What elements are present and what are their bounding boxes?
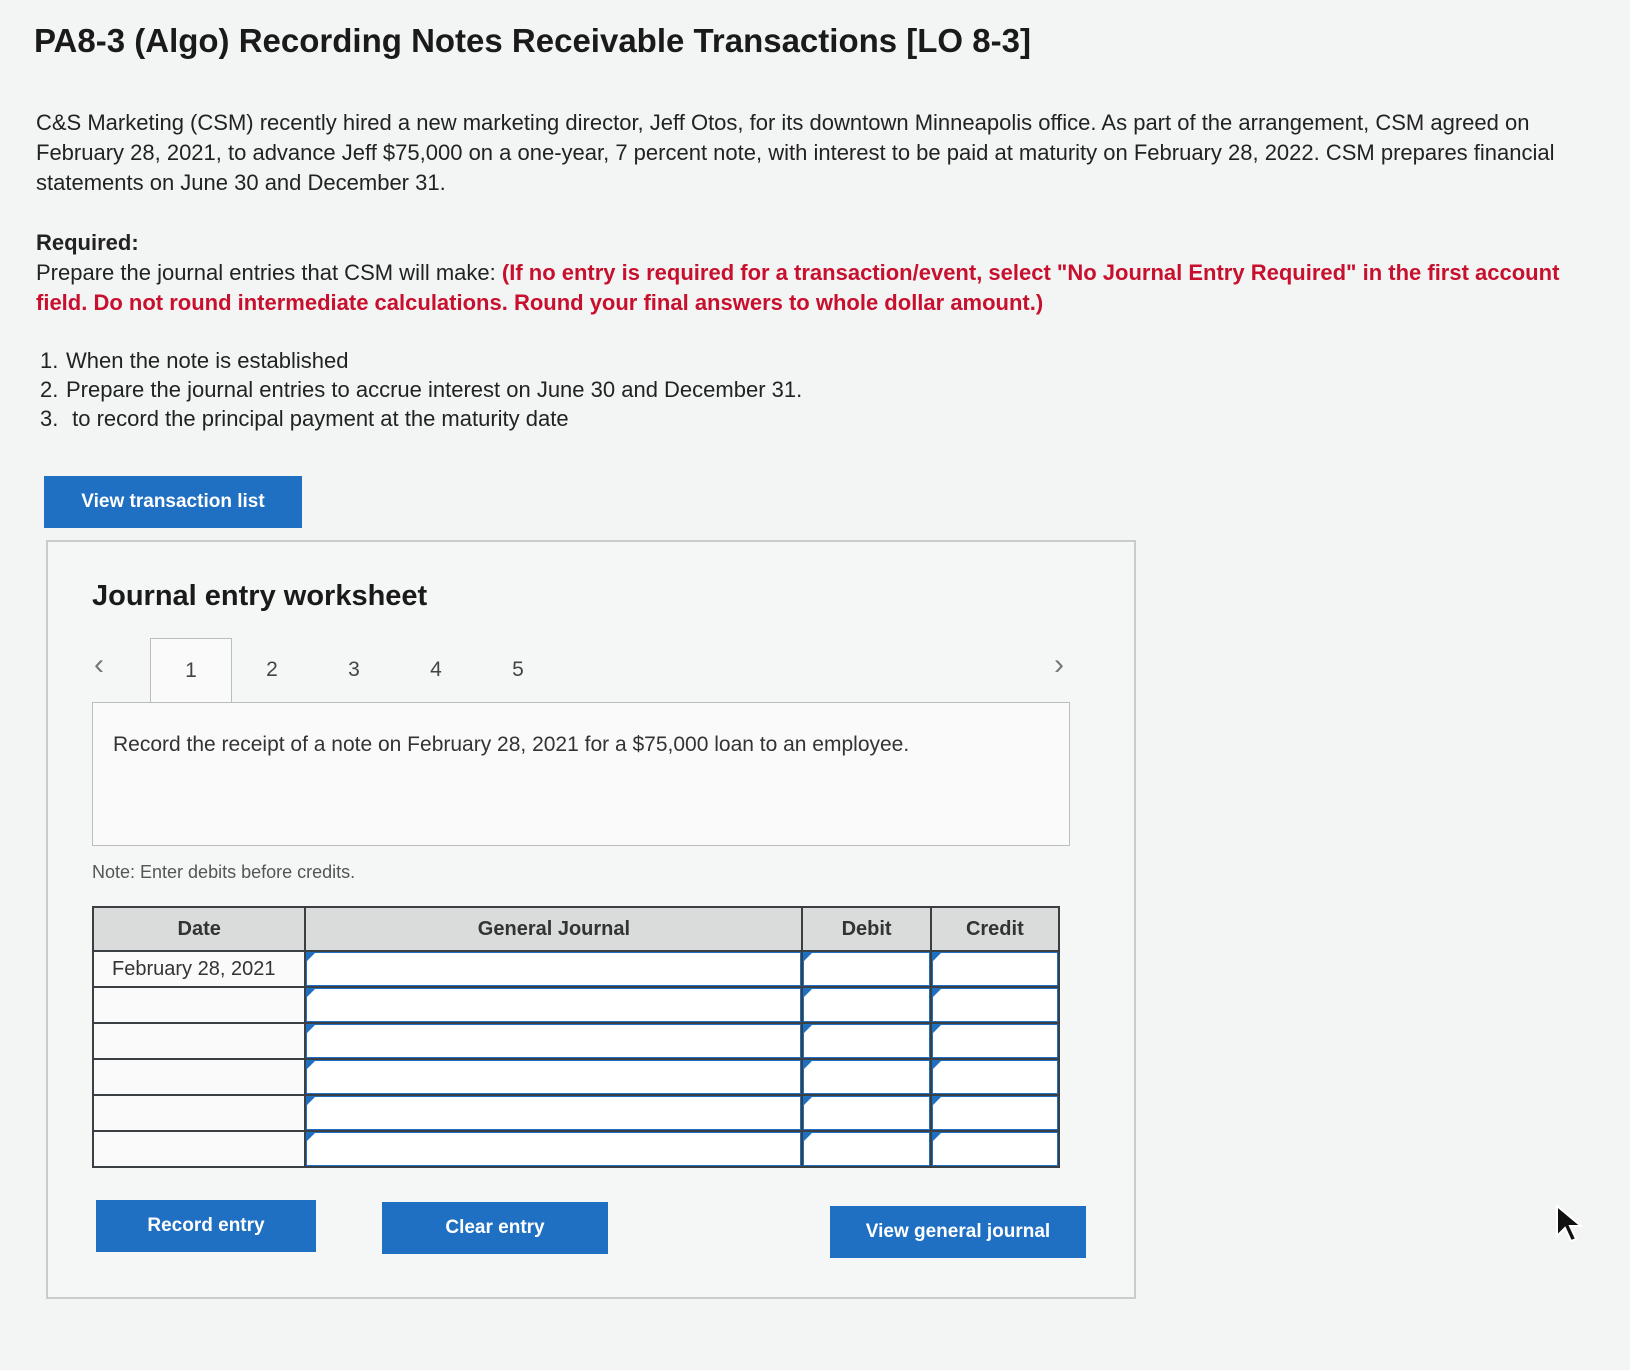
requirement-steps: 1. When the note is established 2. Prepare… [40, 346, 802, 433]
worksheet-title: Journal entry worksheet [92, 580, 428, 612]
view-transaction-list-button[interactable]: View transaction list [44, 476, 302, 528]
debit-input[interactable] [803, 1096, 930, 1130]
credit-input[interactable] [931, 952, 1058, 986]
date-cell [91, 1022, 307, 1060]
table-row [91, 1058, 1061, 1096]
credit-cell [929, 1022, 1061, 1060]
tab-1[interactable]: 1 [150, 638, 232, 703]
page-title: PA8-3 (Algo) Recording Notes Receivable … [34, 22, 1031, 59]
credit-input[interactable] [931, 1024, 1058, 1058]
debit-cell [801, 1130, 932, 1168]
credit-input[interactable] [931, 1060, 1058, 1094]
tab-5[interactable]: 5 [478, 638, 558, 702]
credit-input[interactable] [931, 1096, 1058, 1130]
required-heading: Required: [36, 230, 139, 255]
tab-2[interactable]: 2 [232, 638, 312, 702]
table-row [91, 986, 1061, 1024]
required-text: Prepare the journal entries that CSM wil… [36, 258, 1596, 318]
credit-cell [929, 1058, 1061, 1096]
account-cell [304, 950, 804, 988]
table-row [91, 1022, 1061, 1060]
step-item: 2. Prepare the journal entries to accrue … [40, 375, 802, 404]
debit-cell [801, 950, 932, 988]
chevron-left-icon[interactable]: ‹ [94, 648, 104, 682]
credit-cell [929, 986, 1061, 1024]
debit-cell [801, 1094, 932, 1132]
account-cell [304, 1130, 804, 1168]
step-number: 3. [40, 406, 59, 431]
transaction-description-box: Record the receipt of a note on February… [92, 702, 1070, 846]
debit-input[interactable] [803, 988, 930, 1022]
clear-entry-button[interactable]: Clear entry [382, 1202, 608, 1254]
account-cell [304, 986, 804, 1024]
column-header-general-journal: General Journal [304, 906, 804, 952]
credit-input[interactable] [931, 1132, 1058, 1166]
credit-input[interactable] [931, 988, 1058, 1022]
table-row: February 28, 2021 [91, 950, 1061, 988]
debit-input[interactable] [803, 1024, 930, 1058]
account-input[interactable] [306, 988, 802, 1022]
account-input[interactable] [306, 952, 802, 986]
debit-cell [801, 1022, 932, 1060]
tab-3[interactable]: 3 [314, 638, 394, 702]
step-text: When the note is established [66, 348, 349, 373]
debit-cell [801, 1058, 932, 1096]
debit-cell [801, 986, 932, 1024]
table-row [91, 1130, 1061, 1168]
account-cell [304, 1094, 804, 1132]
column-header-debit: Debit [801, 906, 932, 952]
record-entry-button[interactable]: Record entry [96, 1200, 316, 1252]
credit-cell [929, 950, 1061, 988]
date-cell [91, 1058, 307, 1096]
step-item: 3. to record the principal payment at th… [40, 404, 802, 433]
date-cell: February 28, 2021 [91, 950, 307, 988]
column-header-date: Date [91, 906, 307, 952]
table-row [91, 1094, 1061, 1132]
tab-4[interactable]: 4 [396, 638, 476, 702]
account-input[interactable] [306, 1096, 802, 1130]
table-header-row: Date General Journal Debit Credit [91, 906, 1061, 952]
mouse-pointer-icon [1556, 1204, 1584, 1243]
date-cell [91, 1130, 307, 1168]
chevron-right-icon[interactable]: › [1054, 648, 1064, 682]
required-lead: Prepare the journal entries that CSM wil… [36, 260, 502, 285]
step-number: 1. [40, 348, 59, 373]
credit-cell [929, 1130, 1061, 1168]
account-input[interactable] [306, 1060, 802, 1094]
view-general-journal-button[interactable]: View general journal [830, 1206, 1086, 1258]
debit-input[interactable] [803, 1060, 930, 1094]
credit-cell [929, 1094, 1061, 1132]
account-input[interactable] [306, 1024, 802, 1058]
step-text: Prepare the journal entries to accrue in… [66, 377, 803, 402]
journal-table: Date General Journal Debit Credit Februa… [91, 906, 1061, 1168]
account-cell [304, 1022, 804, 1060]
step-item: 1. When the note is established [40, 346, 802, 375]
problem-intro: C&S Marketing (CSM) recently hired a new… [36, 110, 1555, 195]
worksheet-tabs: ‹ 1 2 3 4 5 › [92, 638, 1082, 703]
date-cell [91, 1094, 307, 1132]
step-text: to record the principal payment at the m… [66, 406, 569, 431]
transaction-description: Record the receipt of a note on February… [113, 733, 910, 756]
debit-input[interactable] [803, 1132, 930, 1166]
column-header-credit: Credit [929, 906, 1061, 952]
account-cell [304, 1058, 804, 1096]
entry-note: Note: Enter debits before credits. [92, 862, 356, 882]
account-input[interactable] [306, 1132, 802, 1166]
date-cell [91, 986, 307, 1024]
debit-input[interactable] [803, 952, 930, 986]
step-number: 2. [40, 377, 59, 402]
